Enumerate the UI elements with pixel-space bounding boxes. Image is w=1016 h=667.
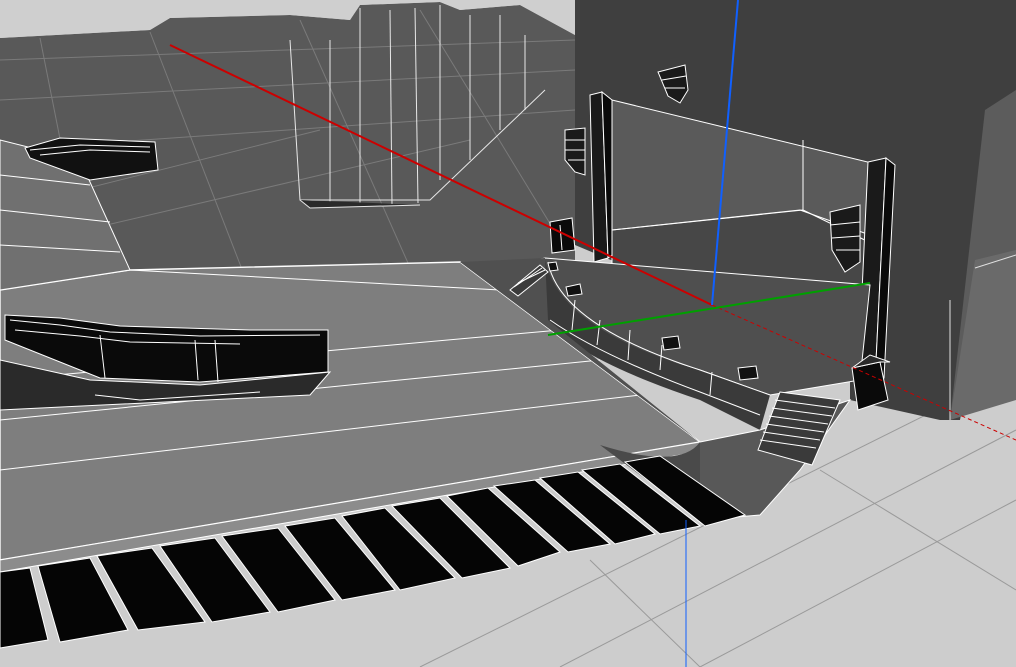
speaker-box-left <box>549 217 576 254</box>
3d-viewport[interactable] <box>0 0 1016 667</box>
scene-canvas[interactable] <box>0 0 1016 667</box>
proscenium-pillar-left <box>589 90 613 263</box>
